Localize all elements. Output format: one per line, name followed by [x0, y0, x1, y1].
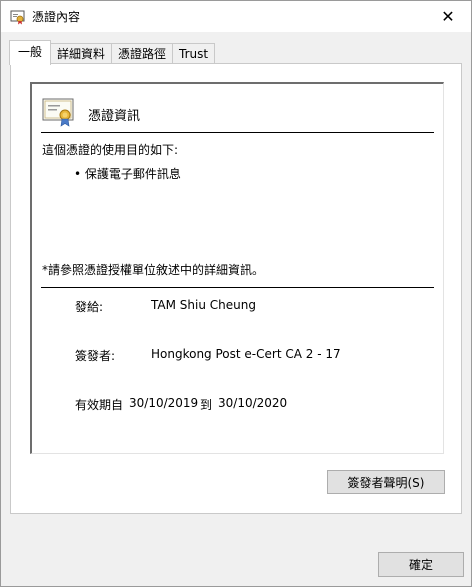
- certificate-dialog: 憑證內容 ✕ 一般 詳細資料 憑證路徑 Trust 憑證資訊 這個憑證的使用目的…: [0, 0, 472, 587]
- valid-from-value: 30/10/2019: [129, 396, 199, 410]
- close-button[interactable]: ✕: [425, 1, 471, 32]
- purpose-item: • 保護電子郵件訊息: [74, 167, 181, 181]
- general-tab-panel: 憑證資訊 這個憑證的使用目的如下: • 保護電子郵件訊息 *請參照憑證授權單位敘…: [10, 63, 462, 514]
- tab-strip: 一般 詳細資料 憑證路徑 Trust: [9, 40, 216, 65]
- tab-trust[interactable]: Trust: [172, 43, 216, 65]
- valid-to-value: 30/10/2020: [218, 396, 288, 410]
- validity-to-word: 到: [200, 398, 213, 412]
- tab-general[interactable]: 一般: [9, 40, 52, 65]
- reference-note: *請參照憑證授權單位敘述中的詳細資訊。: [42, 263, 265, 277]
- purpose-title: 這個憑證的使用目的如下:: [42, 143, 179, 157]
- tab-certification-path[interactable]: 憑證路徑: [111, 43, 174, 65]
- issuer-statement-button[interactable]: 簽發者聲明(S): [327, 470, 445, 494]
- tab-details[interactable]: 詳細資料: [50, 43, 113, 65]
- issued-by-label: 簽發者:: [75, 349, 116, 363]
- certificate-info-heading: 憑證資訊: [88, 109, 141, 124]
- close-icon: ✕: [441, 7, 455, 26]
- issued-to-label: 發給:: [75, 300, 104, 314]
- title-bar: 憑證內容 ✕: [1, 1, 471, 32]
- window-title: 憑證內容: [32, 10, 81, 24]
- issued-to-value: TAM Shiu Cheung: [151, 298, 256, 312]
- details-divider: [41, 287, 434, 288]
- certificate-large-icon: [42, 97, 76, 127]
- issued-by-value: Hongkong Post e-Cert CA 2 - 17: [151, 347, 341, 361]
- validity-label: 有效期自: [75, 398, 124, 412]
- certificate-icon: [10, 9, 26, 25]
- certificate-info-box: 憑證資訊 這個憑證的使用目的如下: • 保護電子郵件訊息 *請參照憑證授權單位敘…: [30, 82, 444, 454]
- heading-divider: [41, 132, 434, 133]
- ok-button[interactable]: 確定: [378, 552, 464, 577]
